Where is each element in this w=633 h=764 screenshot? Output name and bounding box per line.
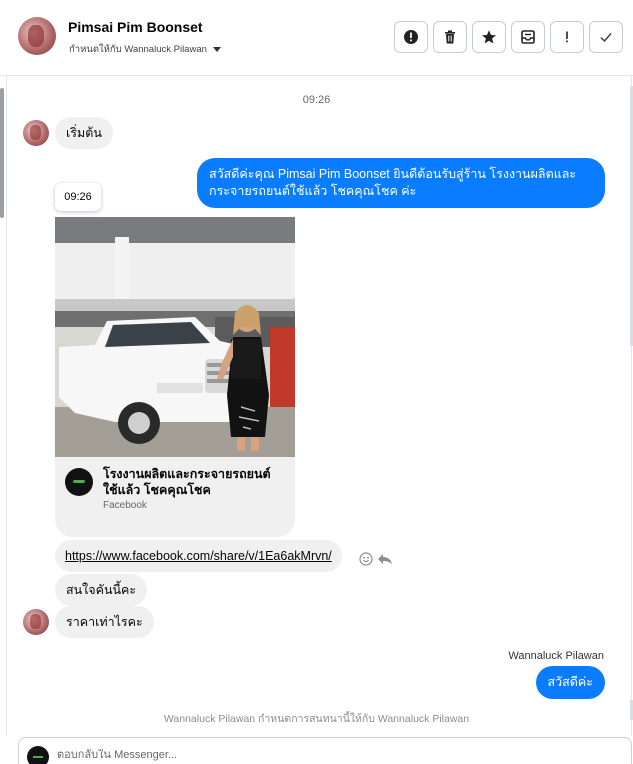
scrollbar[interactable]	[0, 88, 4, 218]
page-logo-icon	[65, 468, 93, 496]
panel-divider	[6, 76, 7, 736]
incoming-message[interactable]: สนใจคันนี้คะ	[55, 574, 148, 606]
contact-avatar[interactable]	[18, 17, 56, 55]
system-note: Wannaluck Pilawan กำหนดการสนทนานี้ให้กับ…	[163, 713, 470, 725]
card-photo[interactable]	[55, 217, 295, 457]
page-avatar	[27, 746, 49, 764]
smiley-react-icon[interactable]	[359, 552, 373, 566]
card-source: Facebook	[103, 500, 147, 511]
outgoing-message[interactable]: สวัสดีค่ะ	[535, 666, 605, 699]
link-preview-card[interactable]: โรงงานผลิตและกระจายรถยนต์ใช้แล้ว โชคคุณโ…	[55, 217, 295, 537]
trash-icon	[445, 30, 455, 44]
link-message[interactable]: https://www.facebook.com/share/v/1Ea6akM…	[55, 540, 342, 572]
mark-spam-button[interactable]	[394, 21, 428, 53]
incoming-message[interactable]: ราคาเท่าไรคะ	[55, 606, 154, 638]
archive-button[interactable]	[511, 21, 545, 53]
conversation-header: Pimsai Pim Boonset กำหนดให้กับ Wannaluck…	[0, 0, 633, 76]
star-icon	[482, 30, 496, 44]
message-actions	[359, 552, 393, 566]
alert-circle-icon	[404, 30, 418, 44]
message-composer[interactable]	[18, 737, 632, 764]
reply-icon[interactable]	[377, 552, 393, 566]
contact-avatar[interactable]	[23, 609, 49, 635]
car-photo-image	[55, 217, 295, 457]
sender-name: Wannaluck Pilawan	[508, 650, 604, 662]
card-title[interactable]: โรงงานผลิตและกระจายรถยนต์ใช้แล้ว โชคคุณโ…	[103, 466, 283, 498]
check-icon	[600, 33, 612, 43]
follow-up-button[interactable]	[550, 21, 584, 53]
chevron-down-icon	[212, 47, 221, 52]
incoming-message[interactable]: เริ่มต้น	[55, 117, 113, 149]
star-button[interactable]	[472, 21, 506, 53]
message-time-tooltip: 09:26	[55, 183, 101, 211]
archive-icon	[521, 30, 535, 44]
assignment-label: กำหนดให้กับ Wannaluck Pilawan	[69, 44, 207, 55]
contact-avatar[interactable]	[23, 120, 49, 146]
exclamation-icon	[566, 31, 568, 43]
outgoing-message[interactable]: สวัสดีค่ะคุณ Pimsai Pim Boonset ยินดีต้อ…	[197, 158, 605, 208]
conversation-toolbar	[394, 21, 623, 53]
mark-done-button[interactable]	[589, 21, 623, 53]
assignment-dropdown[interactable]: กำหนดให้กับ Wannaluck Pilawan	[69, 42, 221, 57]
delete-button[interactable]	[433, 21, 467, 53]
conversation-timestamp: 09:26	[302, 94, 331, 106]
contact-name[interactable]: Pimsai Pim Boonset	[68, 19, 203, 35]
reply-input[interactable]	[57, 749, 557, 761]
